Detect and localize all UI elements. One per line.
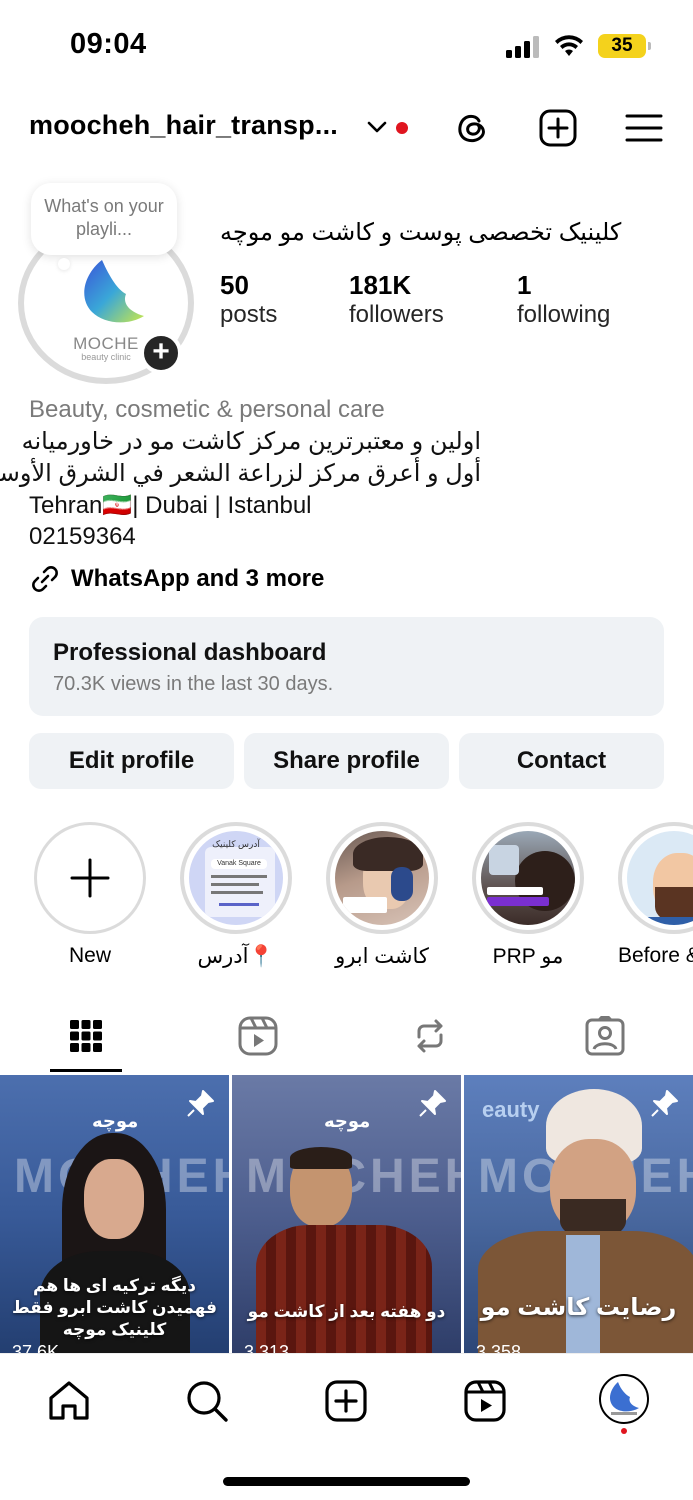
share-profile-button[interactable]: Share profile bbox=[244, 733, 449, 789]
stat-value: 1 bbox=[517, 270, 532, 300]
battery-indicator: 35 bbox=[598, 34, 651, 58]
tagged-icon bbox=[585, 1016, 625, 1056]
profile-full-name: کلینیک تخصصی پوست و کاشت مو موچه bbox=[220, 219, 622, 246]
plus-icon bbox=[70, 858, 110, 898]
post-thumbnail-1[interactable]: MOCHEH موچه دیگه ترکیه ای ها هم فهمیدن ک… bbox=[0, 1075, 229, 1355]
stat-label: followers bbox=[349, 301, 444, 328]
highlight-label: کاشت ابرو bbox=[335, 945, 429, 968]
highlight-eyebrow[interactable]: کاشت ابرو bbox=[326, 822, 438, 969]
stat-label: following bbox=[517, 301, 611, 328]
stat-following[interactable]: 1 following bbox=[517, 270, 610, 329]
edit-profile-button[interactable]: Edit profile bbox=[29, 733, 234, 789]
stat-value: 181K bbox=[349, 270, 412, 300]
menu-icon[interactable] bbox=[624, 108, 664, 148]
threads-icon[interactable] bbox=[452, 108, 492, 148]
stat-value: 50 bbox=[220, 270, 249, 300]
post-logo: eauty bbox=[482, 1097, 540, 1122]
tab-reels[interactable] bbox=[218, 1006, 298, 1066]
add-story-button[interactable]: + bbox=[140, 332, 182, 374]
post-caption: رضایت کاشت مو bbox=[480, 1294, 677, 1321]
contact-button[interactable]: Contact bbox=[459, 733, 664, 789]
post-logo: موچه bbox=[324, 1111, 371, 1131]
bio-link-text: WhatsApp and 3 more bbox=[71, 565, 325, 592]
home-icon[interactable] bbox=[46, 1378, 92, 1424]
content-tabs bbox=[0, 1006, 693, 1072]
post-caption: دیگه ترکیه ای ها هم فهمیدن کاشت ابرو فقط… bbox=[11, 1276, 218, 1339]
clinic-logo-icon bbox=[84, 260, 144, 323]
grid-icon bbox=[70, 1020, 102, 1052]
post-thumbnail-3[interactable]: MOCHEH eauty رضایت کاشت مو 3,358 bbox=[464, 1075, 693, 1355]
stat-posts[interactable]: 50 posts bbox=[220, 270, 277, 329]
dashboard-subtitle: 70.3K views in the last 30 days. bbox=[53, 673, 334, 695]
note-bubble-tail bbox=[58, 258, 70, 270]
reposts-icon bbox=[417, 1019, 443, 1053]
bio-line-3: Tehran🇮🇷| Dubai | Istanbul bbox=[29, 492, 312, 519]
reels-icon[interactable] bbox=[462, 1378, 508, 1424]
pin-icon bbox=[651, 1090, 678, 1117]
chevron-down-icon[interactable] bbox=[366, 116, 388, 138]
post-caption: دو هفته بعد از کاشت مو bbox=[247, 1302, 446, 1321]
bio-line-1: اولین و معتبرترین مرکز کاشت مو در خاورمی… bbox=[21, 428, 481, 455]
account-username[interactable]: moocheh_hair_transp... bbox=[29, 110, 338, 141]
highlight-address-title: آدرس کلینیک bbox=[212, 839, 260, 849]
bio-line-2: أول و أعرق مركز لزراعة الشعر في الشرق ال… bbox=[0, 460, 481, 487]
link-icon bbox=[32, 566, 58, 592]
search-icon[interactable] bbox=[184, 1378, 230, 1424]
wifi-icon bbox=[555, 35, 583, 56]
clinic-logo-icon bbox=[609, 1382, 639, 1415]
tab-reposts[interactable] bbox=[390, 1006, 470, 1066]
active-tab-indicator bbox=[50, 1069, 122, 1072]
reels-icon bbox=[238, 1016, 278, 1056]
post-logo: موچه bbox=[92, 1111, 139, 1131]
highlight-address[interactable]: آدرس کلینیک Vanak Square آدرس📍 bbox=[180, 822, 292, 969]
notification-dot bbox=[621, 1428, 627, 1434]
post-thumbnail-2[interactable]: MOCHEH موچه دو هفته بعد از کاشت مو 3,313 bbox=[232, 1075, 461, 1355]
highlight-label: Before & bbox=[618, 944, 693, 967]
highlight-new[interactable]: New bbox=[34, 822, 146, 968]
highlight-before-after[interactable]: Before & bbox=[618, 822, 693, 968]
bio-line-4[interactable]: 02159364 bbox=[29, 523, 136, 551]
home-indicator bbox=[223, 1477, 470, 1486]
post-watermark: MOCHEH bbox=[246, 1150, 461, 1203]
pin-icon bbox=[419, 1090, 446, 1117]
pin-icon bbox=[187, 1090, 214, 1117]
highlight-label: آدرس📍 bbox=[197, 945, 275, 968]
tab-tagged[interactable] bbox=[565, 1006, 645, 1066]
stat-label: posts bbox=[220, 301, 278, 328]
highlight-label: PRP مو bbox=[492, 945, 564, 968]
notification-dot bbox=[396, 122, 408, 134]
profile-category: Beauty, cosmetic & personal care bbox=[29, 396, 385, 423]
status-time: 09:04 bbox=[70, 28, 147, 60]
note-bubble[interactable]: What's on your playli... bbox=[31, 183, 177, 255]
stat-followers[interactable]: 181K followers bbox=[349, 270, 444, 329]
profile-avatar-tab[interactable] bbox=[599, 1374, 649, 1424]
tab-grid[interactable] bbox=[46, 1006, 126, 1066]
highlight-label: New bbox=[68, 944, 111, 967]
bio-link[interactable]: WhatsApp and 3 more bbox=[29, 563, 324, 595]
cellular-signal-icon bbox=[506, 36, 539, 58]
create-icon[interactable] bbox=[323, 1378, 369, 1424]
highlight-address-tag: Vanak Square bbox=[211, 859, 267, 869]
create-post-icon[interactable] bbox=[538, 108, 578, 148]
dashboard-title: Professional dashboard bbox=[53, 639, 327, 666]
highlight-prp[interactable]: PRP مو bbox=[472, 822, 584, 969]
professional-dashboard[interactable]: Professional dashboard 70.3K views in th… bbox=[29, 617, 664, 716]
